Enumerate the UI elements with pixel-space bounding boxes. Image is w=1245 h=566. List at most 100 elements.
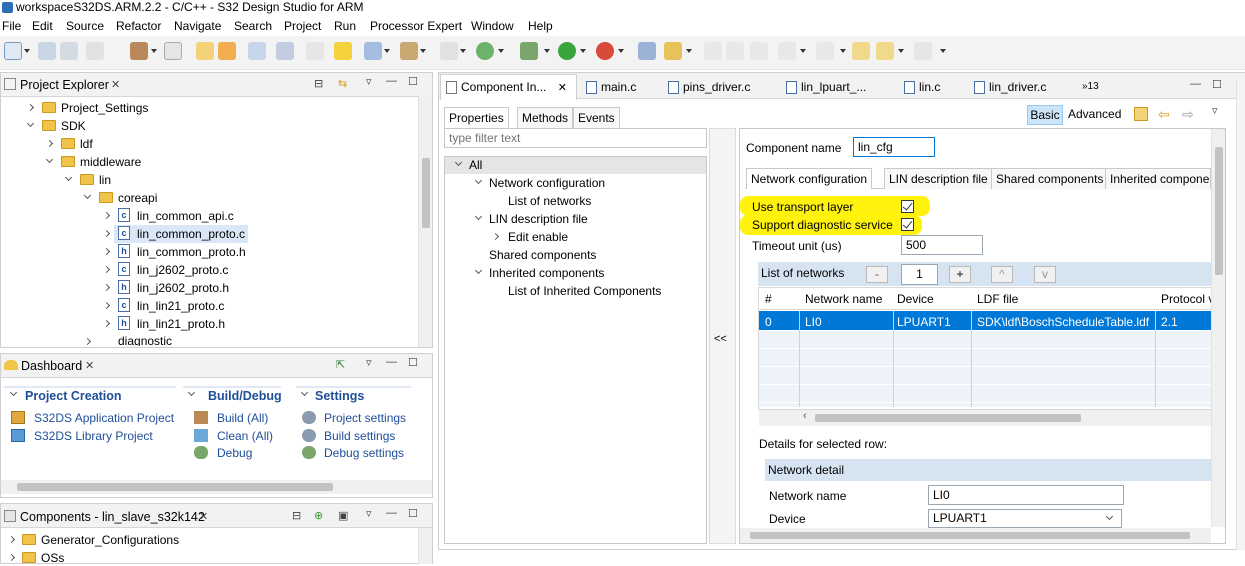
view-menu-icon[interactable]: ▿ xyxy=(366,507,372,520)
menu-refactor[interactable]: Refactor xyxy=(114,18,163,34)
forward-icon[interactable] xyxy=(914,42,932,60)
explorer-scrollbar[interactable] xyxy=(418,96,432,347)
grid-hscrollbar[interactable]: ‹ xyxy=(759,410,1211,426)
menu-edit[interactable]: Edit xyxy=(30,18,55,34)
use-transport-layer-checkbox[interactable] xyxy=(901,200,914,213)
new-dropdown-icon[interactable] xyxy=(24,49,30,53)
components-scrollbar[interactable] xyxy=(418,528,432,564)
tree-sdk[interactable]: SDK xyxy=(61,118,86,134)
binary-icon[interactable] xyxy=(164,42,182,60)
grid-cell-network-name[interactable]: LI0 xyxy=(805,315,822,329)
tree-all[interactable]: All xyxy=(469,157,482,173)
expand-arrow-icon[interactable] xyxy=(103,212,111,220)
run-dropdown-icon[interactable] xyxy=(580,49,586,53)
close-icon[interactable]: ✕ xyxy=(558,82,567,94)
collapse-arrow-icon[interactable] xyxy=(475,269,483,277)
collapse-all-icon[interactable]: ⊟ xyxy=(292,509,301,522)
collapse-arrow-icon[interactable] xyxy=(84,194,92,202)
expand-arrow-icon[interactable] xyxy=(103,266,111,274)
add-component-icon[interactable]: ⊕ xyxy=(314,509,323,522)
generate-icon[interactable] xyxy=(400,42,418,60)
collapse-button[interactable]: << xyxy=(714,331,727,347)
forward-dropdown-icon[interactable] xyxy=(940,49,946,53)
back-icon[interactable] xyxy=(876,42,894,60)
block-icon[interactable] xyxy=(726,42,744,60)
add-row-button[interactable]: + xyxy=(949,266,971,283)
tree-edit-enable[interactable]: Edit enable xyxy=(508,229,568,245)
scrollbar-thumb[interactable] xyxy=(815,414,1081,422)
tab-lin-driver[interactable]: lin_driver.c xyxy=(974,76,1046,98)
link-editor-icon[interactable]: ⇆ xyxy=(338,77,347,90)
save-all-icon[interactable] xyxy=(60,42,78,60)
component-dropdown-icon[interactable] xyxy=(384,49,390,53)
pencil-icon[interactable] xyxy=(664,42,682,60)
tree-ldf[interactable]: ldf xyxy=(80,136,93,152)
tree-list-of-inherited-components[interactable]: List of Inherited Components xyxy=(508,283,661,299)
menu-search[interactable]: Search xyxy=(232,18,274,34)
grid-cell-protocol[interactable]: 2.1 xyxy=(1161,315,1178,329)
component-icon[interactable] xyxy=(364,42,382,60)
expand-arrow-icon[interactable] xyxy=(103,320,111,328)
component-name-field[interactable]: lin_cfg xyxy=(853,137,935,157)
expand-arrow-icon[interactable] xyxy=(8,554,16,562)
new-folder-icon[interactable] xyxy=(196,42,214,60)
build-settings-link[interactable]: Build settings xyxy=(324,428,395,444)
tree-network-configuration[interactable]: Network configuration xyxy=(489,175,605,191)
grid-header-device[interactable]: Device xyxy=(897,292,934,306)
collapse-arrow-icon[interactable] xyxy=(455,161,463,169)
scrollbar-thumb[interactable] xyxy=(1215,147,1223,275)
tree-lin[interactable]: lin xyxy=(99,172,111,188)
remove-row-button[interactable]: - xyxy=(866,266,888,283)
menu-run[interactable]: Run xyxy=(332,18,358,34)
close-icon[interactable]: ✕ xyxy=(85,359,94,372)
device-select[interactable]: LPUART1 xyxy=(928,509,1122,528)
maximize-icon[interactable]: ☐ xyxy=(408,507,418,520)
tab-network-configuration[interactable]: Network configuration xyxy=(746,168,873,189)
debug-settings-link[interactable]: Debug settings xyxy=(324,445,404,461)
tree-file[interactable]: lin_j2602_proto.c xyxy=(137,262,228,278)
generate-dropdown-icon[interactable] xyxy=(420,49,426,53)
maximize-icon[interactable]: ☐ xyxy=(408,75,418,88)
maximize-icon[interactable]: ☐ xyxy=(1212,78,1222,91)
view-menu-icon[interactable]: ▿ xyxy=(1212,104,1218,117)
tree-file-selected[interactable]: lin_common_proto.c xyxy=(137,226,245,242)
expand-arrow-icon[interactable] xyxy=(103,230,111,238)
tab-main-c[interactable]: main.c xyxy=(586,76,636,98)
minimize-icon[interactable]: — xyxy=(386,356,397,368)
back-arrow-icon[interactable]: ⇦ xyxy=(1158,106,1170,123)
chevron-down-icon[interactable] xyxy=(1103,513,1117,525)
support-diagnostic-checkbox[interactable] xyxy=(901,218,914,231)
next-annotation-dropdown-icon[interactable] xyxy=(800,49,806,53)
section-collapse-icon[interactable] xyxy=(10,391,18,399)
debug-dropdown-icon[interactable] xyxy=(544,49,550,53)
prev-annotation-icon[interactable] xyxy=(816,42,834,60)
network-name-field[interactable]: LI0 xyxy=(928,485,1124,505)
tree-project-settings[interactable]: Project_Settings xyxy=(61,100,148,116)
save-icon[interactable] xyxy=(38,42,56,60)
editor-hscrollbar[interactable] xyxy=(740,528,1211,543)
expand-arrow-icon[interactable] xyxy=(103,302,111,310)
tree-shared-components[interactable]: Shared components xyxy=(489,247,596,263)
scrollbar-thumb[interactable] xyxy=(17,483,333,491)
collapse-arrow-icon[interactable] xyxy=(27,122,35,130)
build-dropdown-icon[interactable] xyxy=(151,49,157,53)
tree-file[interactable]: lin_common_api.c xyxy=(137,208,234,224)
run-icon[interactable] xyxy=(558,42,576,60)
tree-coreapi[interactable]: coreapi xyxy=(118,190,157,206)
timeout-unit-field[interactable]: 500 xyxy=(901,235,983,255)
grid-header-network-name[interactable]: Network name xyxy=(805,292,882,306)
tree-diagnostic[interactable]: diagnostic xyxy=(118,333,172,346)
external-tools-icon[interactable] xyxy=(596,42,614,60)
tab-lin-description-file[interactable]: LIN description file xyxy=(884,168,993,189)
filter-input[interactable] xyxy=(445,129,705,147)
tree-list-of-networks[interactable]: List of networks xyxy=(508,193,591,209)
tree-file[interactable]: lin_lin21_proto.h xyxy=(137,316,225,332)
grid-cell-device[interactable]: LPUART1 xyxy=(897,315,951,329)
last-edit-icon[interactable] xyxy=(852,42,870,60)
debug-link[interactable]: Debug xyxy=(217,445,252,461)
menu-source[interactable]: Source xyxy=(64,18,106,34)
grid-header-protocol[interactable]: Protocol v xyxy=(1161,292,1211,306)
view-menu-icon[interactable]: ▿ xyxy=(366,356,372,369)
refresh-icon[interactable] xyxy=(476,42,494,60)
file-dropdown-icon[interactable] xyxy=(460,49,466,53)
